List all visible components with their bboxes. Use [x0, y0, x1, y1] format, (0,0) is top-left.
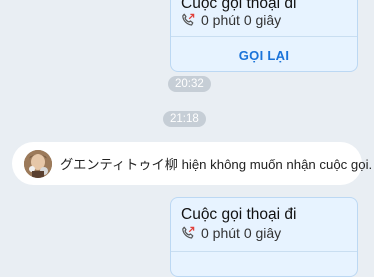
call-duration: 0 phút 0 giây	[201, 12, 282, 28]
card-divider	[171, 251, 357, 252]
notice-message: hiện không muốn nhận cuộc gọi.	[177, 157, 373, 172]
call-duration-row: 0 phút 0 giây	[181, 12, 281, 28]
call-title: Cuộc gọi thoại đi	[181, 206, 297, 223]
outgoing-call-card[interactable]: Cuộc gọi thoại đi 0 phút 0 giây	[170, 197, 358, 277]
avatar-image	[24, 149, 52, 178]
call-duration: 0 phút 0 giây	[201, 225, 282, 241]
call-declined-notice: グエンティトゥイ柳 hiện không muốn nhận cuộc gọi.	[12, 142, 372, 185]
outgoing-call-icon	[182, 226, 195, 239]
notice-text: グエンティトゥイ柳 hiện không muốn nhận cuộc gọi.	[60, 154, 372, 173]
call-duration-row: 0 phút 0 giây	[181, 225, 281, 241]
card-divider	[171, 36, 357, 37]
call-back-button[interactable]: GỌI LẠI	[171, 48, 357, 63]
outgoing-call-card[interactable]: Cuộc gọi thoại đi 0 phút 0 giây GỌI LẠI	[170, 0, 358, 72]
caller-name: グエンティトゥイ柳	[60, 157, 178, 172]
outgoing-call-icon	[182, 13, 195, 26]
timestamp-pill: 21:18	[163, 111, 206, 127]
timestamp-pill: 20:32	[168, 76, 211, 92]
avatar[interactable]	[24, 149, 52, 178]
